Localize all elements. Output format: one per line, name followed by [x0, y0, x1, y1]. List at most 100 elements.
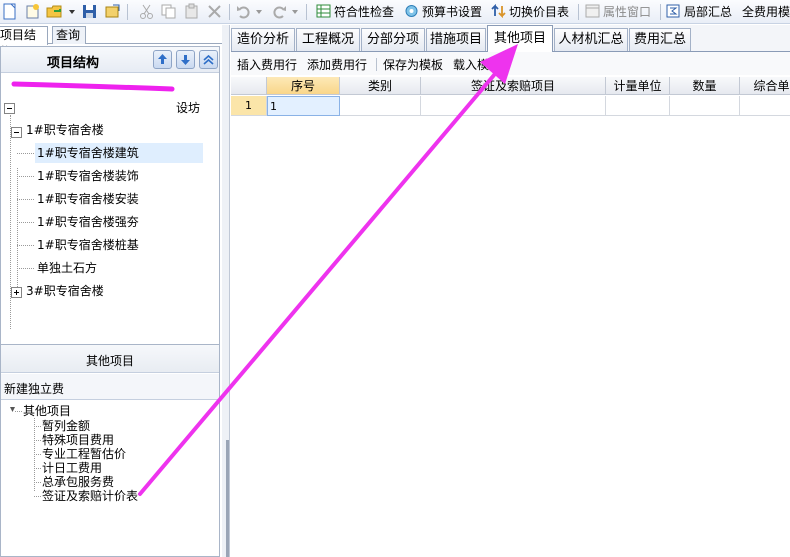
other-item-label: 签证及索赔计价表 — [42, 489, 139, 503]
tab-label: 其他项目 — [493, 31, 546, 46]
delete-icon[interactable] — [206, 3, 223, 20]
open-folder-icon[interactable] — [46, 3, 63, 20]
other-item-label: 专业工程暂估价 — [42, 447, 127, 461]
new-project-icon[interactable] — [24, 3, 41, 20]
other-item-general-contract-fee[interactable]: 总承包服务费 — [42, 475, 114, 489]
other-item-label: 计日工费用 — [42, 461, 103, 475]
summary-icon — [666, 4, 680, 18]
project-structure-title: 项目结构 — [47, 56, 100, 71]
tree-node-building-1[interactable]: 1#职专宿舍楼 — [26, 120, 104, 140]
undo-icon[interactable] — [235, 3, 252, 20]
load-template-button[interactable]: 载入模板 — [453, 56, 501, 73]
root-collapse-icon[interactable] — [4, 103, 15, 114]
tree-node-label: 1#职专宿舍楼装饰 — [37, 169, 139, 183]
tree-node-building-1-piles[interactable]: 1#职专宿舍楼桩基 — [37, 235, 139, 255]
partial-summary-button[interactable]: 局部汇总 — [666, 3, 732, 21]
other-item-special-cost[interactable]: 特殊项目费用 — [42, 433, 114, 447]
tree-node-label: 单独土石方 — [37, 261, 98, 275]
other-items-panel: 其他项目 新建独立费 其他项目 暂列金额 特殊项目费用 专业工程暂估价 计日工费… — [0, 344, 220, 557]
switch-price-list-button[interactable]: 切换价目表 — [491, 3, 569, 21]
tab-measures[interactable]: 措施项目 — [426, 28, 486, 51]
collapse-button[interactable] — [199, 50, 218, 69]
node-expand-icon[interactable] — [11, 287, 22, 298]
move-down-button[interactable] — [176, 50, 195, 69]
tree-node-building-1-installation[interactable]: 1#职专宿舍楼安装 — [37, 189, 139, 209]
unit-price-cell[interactable] — [740, 96, 790, 116]
other-item-visa-claims[interactable]: 签证及索赔计价表 — [42, 489, 138, 503]
column-header-unit[interactable]: 计量单位 — [606, 77, 670, 95]
other-item-label: 总承包服务费 — [42, 475, 115, 489]
tree-node-label: 1#职专宿舍楼桩基 — [37, 238, 139, 252]
node-collapse-icon[interactable] — [11, 127, 22, 138]
tree-node-building-1-compaction[interactable]: 1#职专宿舍楼强夯 — [37, 212, 139, 232]
other-items-root-label: 其他项目 — [23, 404, 72, 418]
dropdown-arrow-icon[interactable] — [68, 3, 76, 20]
compliance-check-button[interactable]: 符合性检查 — [316, 3, 394, 21]
new-fee-toolbar: 新建独立费 — [1, 374, 219, 400]
column-header-item[interactable]: 签证及索赔项目 — [421, 77, 606, 95]
add-fee-row-button[interactable]: 添加费用行 — [307, 56, 367, 73]
unit-cell[interactable] — [606, 96, 670, 116]
move-up-button[interactable] — [153, 50, 172, 69]
new-file-icon[interactable] — [1, 3, 18, 20]
left-tab-strip: 项目结构 查询 — [0, 25, 222, 59]
property-window-button[interactable]: 属性窗口 — [585, 3, 651, 21]
arrow-down-icon — [181, 55, 190, 65]
tree-root-label-tail: 设坊 — [176, 101, 201, 115]
copy-icon[interactable] — [160, 3, 177, 20]
tab-project-structure[interactable]: 项目结构 — [0, 26, 48, 59]
cut-icon[interactable] — [138, 3, 155, 20]
other-items-title: 其他项目 — [85, 354, 134, 368]
item-cell[interactable] — [421, 96, 606, 116]
column-header-quantity[interactable]: 数量 — [670, 77, 740, 95]
tree-node-earthwork[interactable]: 单独土石方 — [37, 258, 97, 278]
tree-node-building-3[interactable]: 3#职专宿舍楼 — [26, 281, 104, 301]
other-item-daywork[interactable]: 计日工费用 — [42, 461, 102, 475]
tab-labor-material-summary[interactable]: 人材机汇总 — [554, 28, 628, 51]
tree-root-node[interactable]: 设坊 — [18, 98, 208, 118]
tree-node-building-1-decoration[interactable]: 1#职专宿舍楼装饰 — [37, 166, 139, 186]
full-cost-button[interactable]: 全费用模 — [742, 3, 790, 21]
property-window-label: 属性窗口 — [603, 5, 652, 19]
tab-label: 费用汇总 — [633, 32, 686, 47]
insert-fee-row-button[interactable]: 插入费用行 — [237, 56, 297, 73]
export-icon[interactable] — [104, 3, 121, 20]
redo-icon[interactable] — [271, 3, 288, 20]
tab-other-items[interactable]: 其他项目 — [487, 25, 553, 52]
budget-settings-button[interactable]: 预算书设置 — [404, 3, 482, 21]
other-item-specialty-estimate[interactable]: 专业工程暂估价 — [42, 447, 126, 461]
paste-icon[interactable] — [183, 3, 200, 20]
tree-node-building-1-construction[interactable]: 1#职专宿舍楼建筑 — [35, 143, 203, 163]
main-toolbar: 符合性检查 预算书设置 切换价目表 属性窗口 局部汇总 全费用模 — [0, 0, 790, 24]
left-scrollbar[interactable] — [226, 440, 229, 557]
other-item-label: 特殊项目费用 — [42, 433, 115, 447]
column-header-seq[interactable]: 序号 — [267, 77, 340, 95]
seq-cell[interactable]: 1 — [267, 96, 340, 116]
other-items-header: 其他项目 — [1, 345, 219, 373]
save-icon[interactable] — [81, 3, 98, 20]
tab-fee-summary[interactable]: 费用汇总 — [629, 28, 691, 51]
row-number-cell[interactable]: 1 — [231, 96, 267, 116]
switch-price-list-label: 切换价目表 — [509, 5, 570, 19]
tree-node-label: 1#职专宿舍楼强夯 — [37, 215, 139, 229]
column-header-category[interactable]: 类别 — [340, 77, 421, 95]
undo-dropdown-icon[interactable] — [255, 3, 263, 20]
tab-query[interactable]: 查询 — [52, 26, 86, 44]
main-tab-strip: 造价分析 工程概况 分部分项 措施项目 其他项目 人材机汇总 费用汇总 — [231, 25, 790, 52]
tab-project-overview[interactable]: 工程概况 — [296, 28, 360, 51]
category-cell[interactable] — [340, 96, 421, 116]
project-structure-panel: 项目结构 设坊 1#职专宿舍楼 1#职专宿舍楼建筑 1#职专宿舍楼装饰 1#职专… — [0, 46, 220, 364]
tab-sub-items[interactable]: 分部分项 — [361, 28, 425, 51]
compliance-check-label: 符合性检查 — [334, 5, 395, 19]
tab-cost-analysis[interactable]: 造价分析 — [231, 28, 295, 51]
new-independent-fee-button[interactable]: 新建独立费 — [4, 380, 64, 397]
column-header-unit-price[interactable]: 综合单价 — [740, 77, 790, 95]
tab-label: 分部分项 — [366, 32, 419, 47]
other-items-root[interactable]: 其他项目 — [23, 404, 71, 418]
quantity-cell[interactable] — [670, 96, 740, 116]
other-item-label: 暂列金额 — [42, 419, 91, 433]
save-as-template-button[interactable]: 保存为模板 — [383, 56, 443, 73]
arrow-up-icon — [158, 54, 167, 64]
redo-dropdown-icon[interactable] — [291, 3, 299, 20]
other-item-provisional-sum[interactable]: 暂列金额 — [42, 419, 90, 433]
